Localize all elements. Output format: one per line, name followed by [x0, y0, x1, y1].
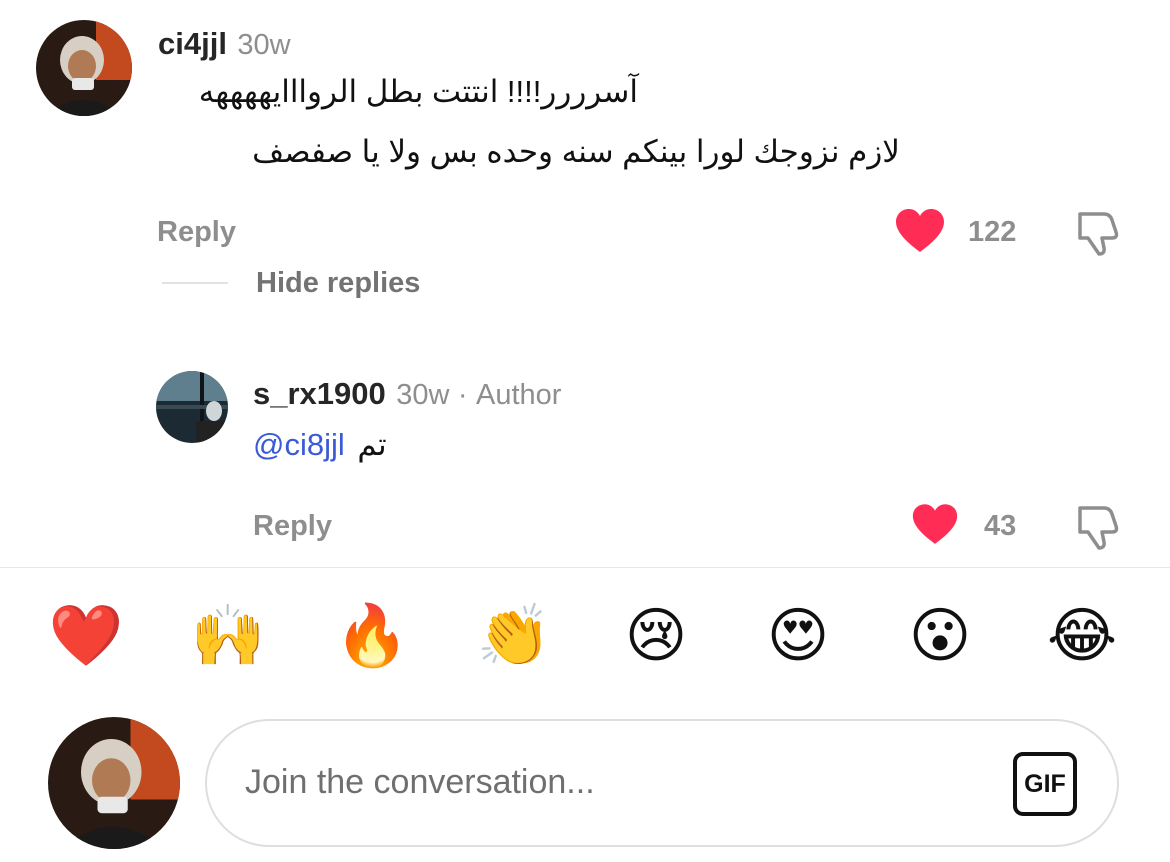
reaction-laughing-icon[interactable]: 😂	[1046, 600, 1118, 672]
comment-dislike-button[interactable]	[1076, 208, 1120, 256]
reactions-divider	[0, 567, 1170, 568]
reply-like-count: 43	[984, 510, 1017, 542]
reply-username[interactable]: s_rx1900	[253, 376, 386, 411]
comment-input[interactable]: Join the conversation... GIF	[205, 719, 1119, 847]
reply-separator: ·	[457, 379, 468, 411]
comment-text-line-1: آسرررر!!!! انتتت بطل الروااايههههه	[198, 74, 638, 109]
reaction-surprised-icon[interactable]: 😮	[904, 600, 976, 672]
reaction-crying-icon[interactable]: 😢	[620, 600, 692, 672]
heart-filled-icon	[896, 209, 944, 252]
commenter-avatar[interactable]	[36, 20, 132, 116]
comment-timestamp: 30w	[237, 29, 291, 61]
current-user-avatar[interactable]	[48, 717, 180, 849]
reply-header: s_rx1900 30w · Author	[253, 376, 561, 412]
hide-replies-line	[162, 282, 228, 284]
reply-author-avatar[interactable]	[156, 371, 228, 443]
reaction-heart-icon[interactable]: ❤️	[49, 600, 124, 672]
gif-button[interactable]: GIF	[1013, 752, 1077, 816]
reaction-heart-eyes-icon[interactable]: 😍	[762, 600, 834, 672]
author-badge: Author	[475, 379, 562, 411]
reply-like-button[interactable]	[911, 503, 959, 546]
comment-like-button[interactable]	[894, 208, 946, 254]
reply-reply-button[interactable]: Reply	[253, 510, 332, 543]
thumbs-down-icon	[1078, 212, 1119, 256]
reaction-raising-hands-icon[interactable]: 🙌	[191, 600, 266, 672]
reply-mention[interactable]: @ci8jjl	[253, 427, 345, 462]
comment-reply-button[interactable]: Reply	[157, 216, 236, 249]
reaction-clapping-icon[interactable]: 👏	[477, 600, 552, 672]
comment-text-line-2: لازم نزوجك لورا بينكم سنه وحده بس ولا يا…	[252, 134, 900, 169]
comment-username[interactable]: ci4jjl	[158, 26, 227, 61]
heart-filled-icon	[912, 504, 958, 544]
comment-like-count: 122	[968, 216, 1017, 248]
reply-text: @ci8jjl تم	[253, 427, 387, 463]
reaction-fire-icon[interactable]: 🔥	[335, 600, 410, 672]
reply-timestamp: 30w	[396, 379, 450, 411]
thumbs-down-icon	[1078, 506, 1119, 550]
hide-replies-button[interactable]: Hide replies	[256, 267, 420, 300]
reply-message: تم	[357, 427, 387, 462]
reply-dislike-button[interactable]	[1076, 502, 1120, 550]
comment-input-placeholder: Join the conversation...	[245, 763, 595, 801]
comment-header: ci4jjl 30w	[158, 26, 291, 62]
